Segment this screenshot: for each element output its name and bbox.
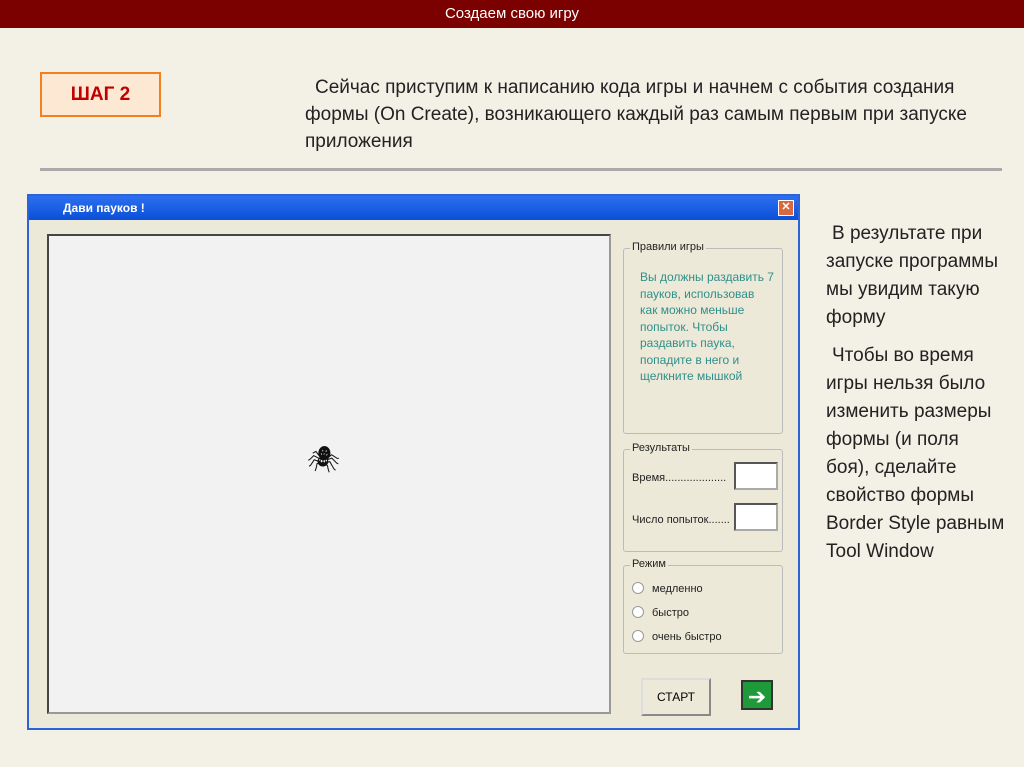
close-icon[interactable]: ✕ xyxy=(778,200,794,216)
radio-label: медленно xyxy=(652,583,703,595)
radio-icon xyxy=(632,606,644,618)
side-note-result: В результате при запуске программы мы ув… xyxy=(826,223,998,328)
radio-slow[interactable]: медленно xyxy=(632,582,703,595)
results-legend: Результаты xyxy=(630,442,692,454)
divider xyxy=(40,168,1002,171)
radio-fast[interactable]: быстро xyxy=(632,606,689,619)
radio-label: быстро xyxy=(652,607,689,619)
radio-very-fast[interactable]: очень быстро xyxy=(632,630,722,643)
mode-legend: Режим xyxy=(630,558,668,570)
window-titlebar: Дави пауков ! ✕ xyxy=(29,196,798,220)
rules-legend: Правили игры xyxy=(630,241,706,253)
spider-icon[interactable]: 🕷 xyxy=(307,444,340,475)
game-window: Дави пауков ! ✕ 🕷 Правили игры Вы должны… xyxy=(27,194,800,730)
step-badge: ШАГ 2 xyxy=(40,72,161,117)
radio-icon xyxy=(632,582,644,594)
side-notes: В результате при запуске программы мы ув… xyxy=(826,220,1006,576)
mode-group: Режим медленно быстро очень быстро xyxy=(623,558,783,654)
results-group: Результаты Время.................... Чис… xyxy=(623,442,783,552)
slide-title: Создаем свою игру xyxy=(0,0,1024,28)
side-note-border-style: Чтобы во время игры нельзя было изменить… xyxy=(826,345,1005,562)
attempts-field[interactable] xyxy=(734,503,778,531)
arrow-right-icon[interactable]: ➔ xyxy=(741,680,773,710)
radio-label: очень быстро xyxy=(652,631,722,643)
game-field[interactable]: 🕷 xyxy=(47,234,611,714)
attempts-label: Число попыток....... xyxy=(632,514,730,526)
rules-text: Вы должны раздавить 7 пауков, использова… xyxy=(640,270,774,383)
start-button[interactable]: СТАРТ xyxy=(641,678,711,716)
intro-text: Сейчас приступим к написанию кода игры и… xyxy=(305,77,967,152)
time-label: Время.................... xyxy=(632,472,727,484)
time-field[interactable] xyxy=(734,462,778,490)
window-title: Дави пауков ! xyxy=(63,201,145,215)
radio-icon xyxy=(632,630,644,642)
rules-group: Правили игры Вы должны раздавить 7 пауко… xyxy=(623,241,783,434)
